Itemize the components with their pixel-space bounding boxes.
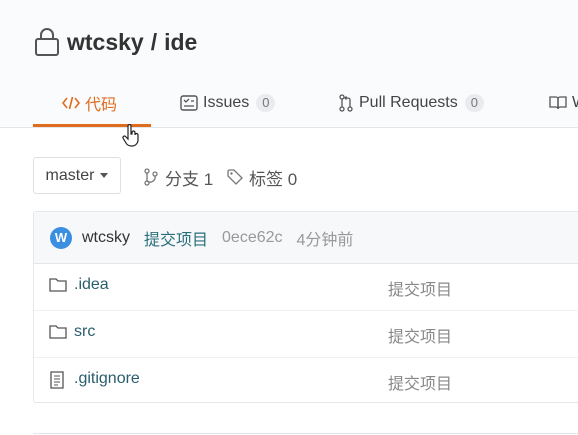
file-commit-message[interactable]: 提交项目 <box>388 370 452 394</box>
wiki-icon <box>549 95 567 109</box>
file-commit-message[interactable]: 提交项目 <box>388 323 452 347</box>
branch-select[interactable]: master <box>33 157 121 194</box>
issues-icon <box>180 94 198 111</box>
tab-wiki-label: W <box>572 94 578 112</box>
commit-hash-link[interactable]: 0ece62c <box>222 229 283 247</box>
repo-title: wtcsky / ide <box>34 26 197 58</box>
lock-icon <box>35 28 59 56</box>
tab-issues[interactable]: Issues 0 <box>180 80 276 125</box>
branches-link[interactable]: 分支 1 <box>143 166 214 189</box>
repo-separator: / <box>150 28 158 55</box>
folder-icon <box>49 278 67 292</box>
repo-name-link[interactable]: ide <box>164 29 197 56</box>
pull-requests-count-badge: 0 <box>464 93 484 112</box>
file-row[interactable]: src 提交项目 <box>34 310 578 358</box>
file-name-link[interactable]: .idea <box>74 276 109 294</box>
tab-code[interactable]: 代码 <box>62 80 117 125</box>
tab-pull-requests-label: Pull Requests <box>359 93 458 111</box>
branches-label: 分支 1 <box>165 169 214 189</box>
pull-request-icon <box>339 93 353 112</box>
issues-count-badge: 0 <box>256 93 276 112</box>
commit-message-link[interactable]: 提交项目 <box>144 226 208 250</box>
code-icon <box>62 96 80 109</box>
tag-icon <box>227 169 243 185</box>
file-commit-message[interactable]: 提交项目 <box>388 276 452 300</box>
avatar[interactable]: W <box>50 226 72 249</box>
repo-owner-link[interactable]: wtcsky <box>67 29 144 56</box>
tab-code-label: 代码 <box>85 96 118 114</box>
repo-header: wtcsky / ide 代码 Issues 0 Pull Requests 0 <box>0 0 578 128</box>
file-icon <box>50 371 64 389</box>
commit-time: 4分钟前 <box>296 231 354 249</box>
tab-pull-requests[interactable]: Pull Requests 0 <box>338 80 484 125</box>
file-row[interactable]: .idea 提交项目 <box>34 263 578 311</box>
repo-tabs: 代码 Issues 0 Pull Requests 0 <box>0 80 578 127</box>
file-list: W wtcsky 提交项目 0ece62c 4分钟前 .idea 提交项目 sr… <box>33 211 578 403</box>
divider <box>33 433 578 434</box>
tags-link[interactable]: 标签 0 <box>227 166 298 189</box>
tab-issues-label: Issues <box>203 93 250 111</box>
folder-icon <box>49 325 67 339</box>
caret-down-icon <box>100 173 109 178</box>
latest-commit-bar: W wtcsky 提交项目 0ece62c 4分钟前 <box>34 212 578 264</box>
file-row[interactable]: .gitignore 提交项目 <box>34 357 578 404</box>
commit-author-link[interactable]: wtcsky <box>82 229 130 247</box>
branch-current-label: master <box>45 166 95 184</box>
file-name-link[interactable]: src <box>74 323 95 341</box>
branch-icon <box>144 168 158 186</box>
tab-wiki[interactable]: W <box>549 80 578 125</box>
tags-label: 标签 0 <box>249 169 298 189</box>
file-name-link[interactable]: .gitignore <box>74 370 140 388</box>
hand-cursor-icon <box>122 124 139 147</box>
